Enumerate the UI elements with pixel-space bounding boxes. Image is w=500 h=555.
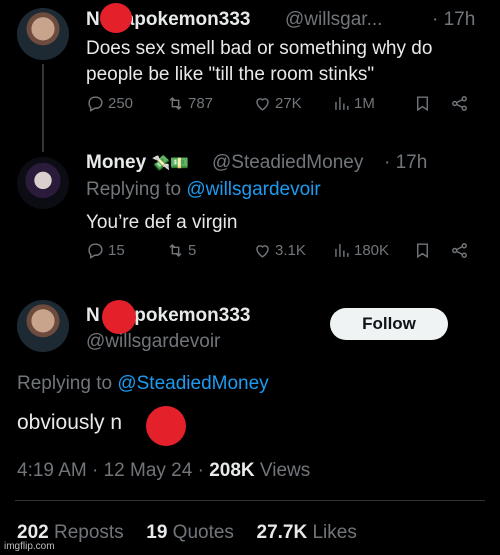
bookmark-button[interactable] (413, 241, 432, 260)
views-count: 180K (354, 241, 390, 259)
reposts-stat[interactable]: 202 Reposts (17, 522, 124, 543)
avatar[interactable] (17, 157, 69, 209)
reply-button[interactable]: 15 (86, 241, 125, 260)
share-icon (452, 95, 467, 111)
tweet3-handle[interactable]: @willsgardevoir (86, 331, 220, 353)
like-button[interactable]: 3.1K (253, 241, 306, 260)
like-button[interactable]: 27K (253, 94, 302, 113)
avatar[interactable] (17, 8, 69, 60)
tweet2-display-name[interactable]: Money 💸💵 (86, 152, 189, 174)
bar-chart-icon (335, 243, 349, 257)
bookmark-button[interactable] (413, 94, 432, 113)
repost-button[interactable]: 787 (166, 94, 213, 113)
tweet2-replying-to: Replying to @willsgardevoir (86, 179, 321, 200)
tweet2-handle[interactable]: @SteadiedMoney (212, 152, 363, 174)
bar-chart-icon (335, 96, 349, 110)
watermark: imgflip.com (4, 541, 55, 552)
views-count: 1M (354, 94, 375, 112)
tweet1-text-line2: people be like "till the room stinks" (86, 64, 375, 85)
reply-button[interactable]: 250 (86, 94, 133, 113)
replying-handle-link[interactable]: @SteadiedMoney (117, 373, 268, 394)
avatar[interactable] (17, 300, 69, 352)
tweet1-text-line1: Does sex smell bad or something why do (86, 38, 433, 59)
divider (15, 500, 485, 501)
tweet1-time[interactable]: · 17h (432, 9, 475, 31)
heart-icon (256, 97, 269, 111)
engagement-stats: 202 Reposts 19 Quotes 27.7K Likes (17, 522, 357, 544)
like-count: 3.1K (275, 241, 306, 259)
tweet2-time[interactable]: · 17h (384, 152, 427, 174)
bookmark-icon (417, 242, 428, 258)
views-button[interactable]: 180K (332, 241, 389, 260)
censor-mark (102, 300, 136, 334)
censor-mark (100, 3, 132, 33)
share-button[interactable] (450, 241, 469, 260)
censor-mark (146, 406, 186, 446)
likes-stat[interactable]: 27.7K Likes (257, 522, 357, 543)
repost-icon (169, 243, 182, 257)
tweet2-text: You’re def a virgin (86, 212, 238, 233)
tweet3-replying-to: Replying to @SteadiedMoney (17, 373, 269, 394)
thread-line (42, 64, 44, 152)
share-button[interactable] (450, 94, 469, 113)
tweet3-timestamp: 4:19 AM · 12 May 24 · 208K Views (17, 460, 311, 481)
bookmark-icon (417, 95, 428, 111)
quotes-stat[interactable]: 19 Quotes (146, 522, 234, 543)
reply-icon (88, 95, 103, 112)
repost-count: 5 (188, 241, 197, 259)
reply-count: 250 (108, 94, 134, 112)
share-icon (452, 242, 467, 258)
like-count: 27K (275, 94, 302, 112)
replying-handle-link[interactable]: @willsgardevoir (186, 179, 320, 200)
reply-icon (88, 242, 103, 259)
follow-button[interactable]: Follow (330, 308, 448, 340)
repost-icon (169, 96, 182, 110)
money-emoji-icon: 💸💵 (151, 155, 189, 172)
heart-icon (256, 244, 269, 258)
repost-count: 787 (188, 94, 214, 112)
repost-button[interactable]: 5 (166, 241, 196, 260)
tweet1-handle[interactable]: @willsgar... (285, 9, 382, 31)
reply-count: 15 (108, 241, 125, 259)
views-button[interactable]: 1M (332, 94, 375, 113)
